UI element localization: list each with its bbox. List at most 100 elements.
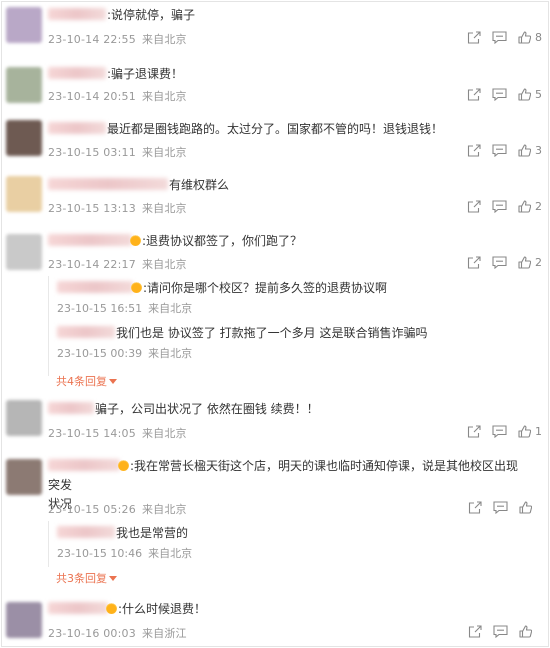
thumbs-up-icon [519,625,532,638]
username[interactable] [48,122,106,134]
comment-time: 23-10-15 03:11 [48,146,136,159]
share-icon[interactable] [468,501,482,514]
comment-icon[interactable] [492,425,507,438]
reply-list: 我也是常营的 23-10-15 10:46 来自北京 [48,521,539,567]
share-icon[interactable] [467,200,481,213]
comment-icon[interactable] [492,88,507,101]
comment-text: 骗子，公司出状况了 依然在圈钱 续费！！ [95,402,319,416]
thumbs-up-icon [518,88,531,101]
avatar[interactable] [6,234,42,270]
comment-icon[interactable] [493,501,508,514]
comment-text: 有维权群么 [169,178,230,192]
comment-location: 来自北京 [141,146,187,159]
caret-down-icon [109,576,117,581]
comment-location: 来自北京 [141,503,187,516]
username[interactable] [48,67,106,79]
comment-icon[interactable] [492,31,507,44]
reply-list: :请问你是哪个校区？提前多久签的退费协议啊 23-10-15 16:51 来自北京… [48,276,539,376]
reply-location: 来自北京 [148,547,193,560]
reply-item: 我也是常营的 23-10-15 10:46 来自北京 [57,524,527,561]
comment-icon[interactable] [493,625,508,638]
avatar[interactable] [6,176,42,212]
reply-time: 23-10-15 16:51 [57,302,143,315]
like-button[interactable]: 3 [518,144,542,157]
username[interactable] [57,526,115,538]
comment-time: 23-10-15 14:05 [48,427,136,440]
vip-badge-icon [131,282,142,293]
comment-location: 来自浙江 [141,627,187,640]
like-button[interactable]: 2 [518,200,542,213]
vip-badge-icon [130,235,141,246]
avatar[interactable] [6,120,42,156]
avatar[interactable] [6,67,42,103]
comment-location: 来自北京 [141,427,187,440]
username[interactable] [48,8,106,20]
more-replies-link[interactable]: 共3条回复 [56,570,117,586]
reply-item: :请问你是哪个校区？提前多久签的退费协议啊 23-10-15 16:51 来自北京 [57,279,527,316]
comment-icon[interactable] [492,144,507,157]
username[interactable] [48,602,108,614]
username[interactable] [48,459,120,471]
comment-location: 来自北京 [141,202,187,215]
more-replies-link[interactable]: 共4条回复 [56,373,117,389]
avatar[interactable] [6,7,42,43]
share-icon[interactable] [467,425,481,438]
like-count: 1 [535,425,542,438]
comment-time: 23-10-14 20:51 [48,90,136,103]
comment-time: 23-10-14 22:17 [48,258,136,271]
share-icon[interactable] [467,144,481,157]
comment-icon[interactable] [492,256,507,269]
thumbs-up-icon [518,425,531,438]
reply-text: :请问你是哪个校区？提前多久签的退费协议啊 [143,281,388,295]
thumbs-up-icon [519,501,532,514]
comment-text: :什么时候退费！ [118,602,207,616]
thumbs-up-icon [518,144,531,157]
username[interactable] [48,402,94,414]
reply-time: 23-10-15 00:39 [57,347,143,360]
share-icon[interactable] [467,88,481,101]
avatar[interactable] [6,400,42,436]
comment-time: 23-10-15 05:26 [48,503,136,516]
like-count: 2 [535,256,542,269]
comment-time: 23-10-15 13:13 [48,202,136,215]
thumbs-up-icon [518,31,531,44]
reply-item: 我们也是 协议签了 打款拖了一个多月 这是联合销售诈骗吗 23-10-15 00… [57,324,527,361]
comment-text: :退费协议都签了，你们跑了？ [142,234,303,248]
comment-text: :骗子退课费！ [107,67,184,81]
reply-location: 来自北京 [148,347,193,360]
reply-text: 我也是常营的 [116,526,189,540]
like-count: 5 [535,88,542,101]
reply-time: 23-10-15 10:46 [57,547,143,560]
like-count: 3 [535,144,542,157]
comment-time: 23-10-16 00:03 [48,627,136,640]
share-icon[interactable] [467,31,481,44]
comment-text: 最近都是圈钱跑路的。太过分了。国家都不管的吗！退钱退钱！ [107,122,444,136]
like-button[interactable] [519,501,542,514]
thumbs-up-icon [518,200,531,213]
comment-time: 23-10-14 22:55 [48,33,136,46]
like-count: 8 [535,31,542,44]
username[interactable] [57,281,133,293]
like-button[interactable] [519,625,542,638]
comment-location: 来自北京 [141,90,187,103]
comment-text: :说停就停，骗子 [107,8,196,22]
username[interactable] [57,326,115,338]
vip-badge-icon [118,460,129,471]
share-icon[interactable] [467,256,481,269]
like-button[interactable]: 1 [518,425,542,438]
reply-location: 来自北京 [148,302,193,315]
avatar[interactable] [6,459,42,495]
like-button[interactable]: 5 [518,88,542,101]
avatar[interactable] [6,602,42,638]
like-button[interactable]: 2 [518,256,542,269]
thumbs-up-icon [518,256,531,269]
reply-text: 我们也是 协议签了 打款拖了一个多月 这是联合销售诈骗吗 [116,326,428,340]
comment-location: 来自北京 [141,258,187,271]
share-icon[interactable] [468,625,482,638]
username[interactable] [48,234,132,246]
username[interactable] [48,178,168,190]
vip-badge-icon [106,603,117,614]
caret-down-icon [109,379,117,384]
comment-icon[interactable] [492,200,507,213]
like-button[interactable]: 8 [518,31,542,44]
